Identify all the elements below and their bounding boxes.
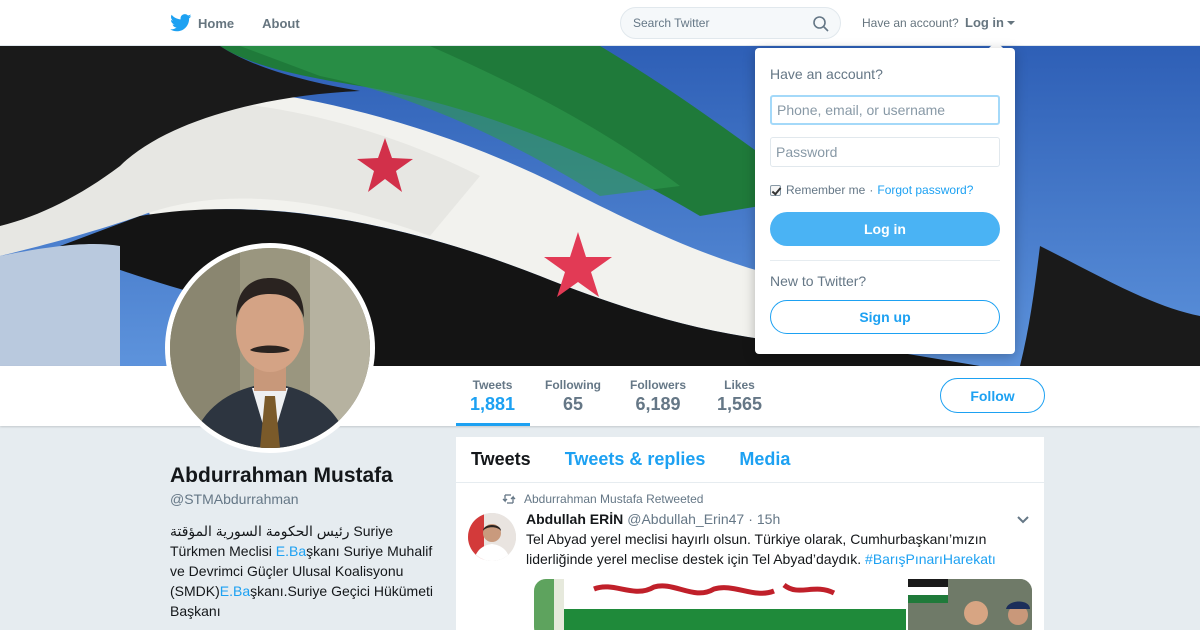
nav-left: Home About (170, 0, 328, 46)
caret-down-icon (1007, 20, 1015, 25)
retweet-context: Abdurrahman Mustafa Retweeted (502, 492, 703, 506)
retweet-icon (502, 494, 516, 504)
timeline: Tweets Tweets & replies Media Abdurrahma… (456, 437, 1044, 630)
stat-tweets[interactable]: Tweets 1,881 (470, 378, 515, 415)
tweet-photo-2[interactable] (908, 579, 1032, 630)
profile-handle[interactable]: @STMAbdurrahman (170, 491, 299, 507)
stat-value: 65 (562, 394, 584, 414)
profile-name: Abdurrahman Mustafa (170, 464, 393, 487)
nav-about-label: About (262, 15, 300, 31)
stat-value: 1,565 (717, 394, 763, 414)
nav-about[interactable]: About (262, 16, 300, 31)
tweet-photo-people-image (908, 579, 1032, 630)
tweet-author-name[interactable]: Abdullah ERİN (526, 511, 623, 527)
tweet-media[interactable] (534, 579, 1032, 630)
search-input[interactable]: Search Twitter (620, 7, 841, 39)
stat-followers[interactable]: Followers 6,189 (630, 378, 686, 415)
stat-label: Likes (724, 378, 755, 392)
avatar-portrait-image (170, 248, 370, 448)
twitter-bird-icon (170, 14, 192, 32)
stat-value: 1,881 (470, 394, 516, 414)
remember-separator: · (869, 183, 874, 197)
tab-media[interactable]: Media (739, 449, 790, 470)
remember-me-label[interactable]: Remember me (786, 183, 865, 197)
nav-home-label: Home (198, 15, 235, 31)
login-dropdown: Have an account? Remember me · Forgot pa… (755, 48, 1015, 354)
new-to-twitter-prompt: New to Twitter? (770, 273, 867, 289)
tweet-photo-1[interactable] (534, 579, 906, 630)
login-menu-label: Log in (965, 15, 1004, 30)
profile-avatar[interactable] (165, 243, 375, 453)
stat-label: Tweets (472, 378, 513, 392)
stat-likes[interactable]: Likes 1,565 (717, 378, 762, 415)
avatar-photo (170, 248, 370, 448)
forgot-password-link[interactable]: Forgot password? (877, 183, 973, 197)
remember-row: Remember me · Forgot password? (770, 183, 973, 197)
tab-tweets[interactable]: Tweets (471, 449, 531, 470)
tweet-author-avatar[interactable] (468, 513, 516, 561)
top-navigation-bar: Home About Search Twitter Have an accoun… (0, 0, 1200, 46)
search-placeholder: Search Twitter (633, 16, 710, 30)
tweet-author-handle[interactable]: @Abdullah_Erin47 (627, 511, 744, 527)
retweet-context-text: Abdurrahman Mustafa Retweeted (524, 492, 704, 506)
timeline-tabs: Tweets Tweets & replies Media (456, 437, 1044, 483)
tweet-separator: · (748, 511, 753, 527)
login-menu-toggle[interactable]: Log in (965, 15, 1015, 30)
remember-me-checkbox[interactable] (770, 184, 781, 196)
tab-tweets-replies[interactable]: Tweets & replies (565, 449, 706, 470)
signup-button[interactable]: Sign up (770, 300, 1000, 334)
stat-label: Followers (630, 378, 687, 392)
tweet-hashtag[interactable]: #BarışPınarıHarekatı (865, 551, 996, 567)
stat-label: Following (545, 378, 601, 392)
tweet-avatar-image (468, 513, 516, 561)
password-field[interactable] (770, 137, 1000, 167)
follow-button[interactable]: Follow (940, 378, 1045, 413)
chevron-down-icon[interactable] (1016, 515, 1030, 525)
tweet-text: Tel Abyad yerel meclisi hayırlı olsun. T… (526, 529, 1026, 569)
username-field[interactable] (770, 95, 1000, 125)
login-dropdown-title: Have an account? (770, 66, 883, 82)
stat-following[interactable]: Following 65 (545, 378, 601, 415)
nav-home[interactable]: Home (170, 14, 234, 32)
tweet-header: Abdullah ERİN @Abdullah_Erin47 · 15h (526, 511, 780, 527)
active-stat-underline (456, 423, 530, 426)
login-button[interactable]: Log in (770, 212, 1000, 246)
tweet-timestamp[interactable]: 15h (757, 511, 780, 527)
stat-value: 6,189 (635, 394, 681, 414)
search-icon[interactable] (812, 15, 830, 33)
tweet-photo-banner-image (534, 579, 906, 630)
profile-bio: رئيس الحكومة السورية المؤقتة Suriye Türk… (170, 521, 440, 621)
bio-link[interactable]: E.Ba (220, 583, 250, 599)
dropdown-divider (770, 260, 1000, 261)
account-question: Have an account? (862, 16, 959, 30)
bio-link[interactable]: E.Ba (276, 543, 306, 559)
